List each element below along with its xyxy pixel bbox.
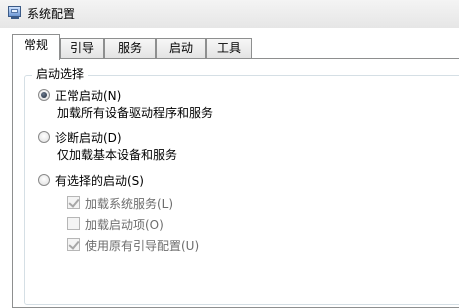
window-title: 系统配置 [27,7,76,21]
normal-startup-label[interactable]: 正常启动(N) [55,87,121,104]
load-system-services-checkbox[interactable] [67,196,80,209]
selective-startup-radio[interactable] [38,174,50,186]
monitor-stand-icon [11,17,19,19]
group-label: 启动选择 [32,65,89,82]
tab-strip: 常规 引导 服务 启动 工具 [0,34,459,60]
tab-services[interactable]: 服务 [104,38,156,58]
title-bar: 系统配置 [0,0,459,28]
load-startup-items-checkbox[interactable] [67,217,80,230]
tab-startup[interactable]: 启动 [156,38,206,58]
normal-startup-radio[interactable] [38,89,50,101]
msconfig-monitor-icon [8,6,21,17]
diagnostic-startup-radio[interactable] [38,131,50,143]
diagnostic-startup-label[interactable]: 诊断启动(D) [55,129,122,146]
tab-boot[interactable]: 引导 [60,38,104,58]
tab-tools[interactable]: 工具 [206,38,252,58]
use-original-boot-config-label[interactable]: 使用原有引导配置(U) [85,237,199,254]
tab-general[interactable]: 常规 [12,34,60,60]
load-system-services-label[interactable]: 加载系统服务(L) [85,195,173,212]
normal-startup-description: 加载所有设备驱动程序和服务 [57,106,214,120]
use-original-boot-config-checkbox[interactable] [67,238,80,251]
diagnostic-startup-description: 仅加载基本设备和服务 [57,148,178,162]
selective-startup-label[interactable]: 有选择的启动(S) [55,172,144,189]
load-startup-items-label[interactable]: 加载启动项(O) [85,216,164,233]
